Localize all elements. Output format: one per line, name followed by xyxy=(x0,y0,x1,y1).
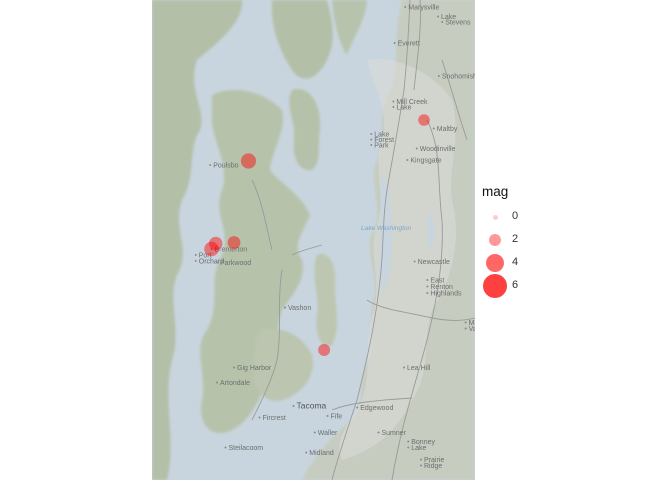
place-label: Artondale xyxy=(220,380,250,387)
place-dot xyxy=(415,147,418,150)
place-dot xyxy=(216,261,218,264)
place-dot xyxy=(233,366,235,369)
place-label: Marysville xyxy=(408,5,439,12)
legend-label: 6 xyxy=(512,279,519,291)
legend-title: mag xyxy=(482,184,509,199)
place-label: Newcastle xyxy=(418,259,450,266)
place-dot xyxy=(356,406,359,409)
place-dot xyxy=(407,440,410,443)
legend-label: 2 xyxy=(512,233,519,245)
legend-symbol xyxy=(492,214,498,220)
legend-key xyxy=(484,229,506,251)
place-dot xyxy=(258,416,261,419)
place-dot xyxy=(284,306,286,309)
place-dot xyxy=(216,381,218,384)
place-label: Lake xyxy=(411,445,426,452)
earthquake-point[interactable] xyxy=(204,241,219,257)
place-label: Maltby xyxy=(437,126,458,133)
place-dot xyxy=(432,127,435,130)
place-dot xyxy=(404,6,407,8)
place-dot xyxy=(224,446,227,449)
place-label: Snohomish xyxy=(442,74,475,81)
place-label: Woodinville xyxy=(420,146,456,153)
place-label: Waller xyxy=(318,430,338,437)
place-label: Tacoma xyxy=(297,401,327,411)
place-dot xyxy=(292,405,295,407)
place-dot xyxy=(370,138,373,141)
place-dot xyxy=(370,144,373,146)
place-label: Gig Harbor xyxy=(237,365,272,372)
place-label: Lake xyxy=(396,105,411,112)
place-label: Fife xyxy=(331,414,343,421)
legend-key xyxy=(484,206,506,228)
earthquake-point[interactable] xyxy=(318,344,331,356)
place-label: Fircrest xyxy=(263,415,286,422)
place-label: Poulsbo xyxy=(213,163,238,170)
place-label: Stevens xyxy=(445,20,471,27)
place-dot xyxy=(426,292,429,294)
place-label: Valley xyxy=(469,326,475,333)
place-dot xyxy=(437,15,439,18)
place-label: Park xyxy=(374,143,389,150)
earthquake-point[interactable] xyxy=(240,153,257,169)
place-label: Vashon xyxy=(288,305,311,312)
place-dot xyxy=(420,458,422,461)
legend-label: 0 xyxy=(512,210,519,222)
place-dot xyxy=(426,279,429,281)
legend-symbol xyxy=(486,254,504,272)
place-label: Steilacoom xyxy=(229,445,264,452)
place-dot xyxy=(194,260,197,262)
water-labels: Lake Washington xyxy=(361,225,411,232)
place-dot xyxy=(413,260,416,263)
legend-symbol xyxy=(489,234,501,246)
place-dot xyxy=(326,415,329,417)
place-dot xyxy=(420,464,422,467)
place-dot xyxy=(437,75,440,77)
water-label: Lake Washington xyxy=(361,225,411,232)
legend-label: 4 xyxy=(512,256,519,268)
place-dot xyxy=(441,21,444,23)
place-label: Everett xyxy=(398,41,420,48)
place-label: Highlands xyxy=(430,291,462,298)
place-dot xyxy=(464,321,467,324)
place-dot xyxy=(194,254,197,256)
place-dot xyxy=(370,133,373,135)
place-dot xyxy=(403,366,405,369)
place-dot xyxy=(392,100,395,103)
legend-symbol xyxy=(483,274,507,298)
place-label: Ridge xyxy=(424,463,442,470)
place-label: Parkwood xyxy=(220,260,251,267)
basemap: MarysvilleLakeStevensEverettSnohomishMil… xyxy=(152,0,475,480)
place-dot xyxy=(392,106,395,108)
place-dot xyxy=(464,327,467,330)
place-dot xyxy=(313,431,316,434)
map-panel[interactable]: Marysville Lake Stevens Everett Snohomish Mil… xyxy=(152,0,475,480)
place-label: Kingsgate xyxy=(410,158,441,165)
earthquake-point[interactable] xyxy=(227,236,241,249)
place-dot xyxy=(393,42,396,44)
place-dot xyxy=(406,159,409,161)
place-dot xyxy=(305,451,308,454)
legend-key xyxy=(483,274,507,298)
place-label: Sumner xyxy=(382,430,407,437)
place-label: Midland xyxy=(309,450,334,457)
earthquake-point[interactable] xyxy=(418,114,430,126)
legend-key xyxy=(484,252,506,274)
place-dot xyxy=(209,164,212,166)
place-label: Edgewood xyxy=(360,405,393,412)
place-dot xyxy=(377,431,380,434)
place-dot xyxy=(426,285,429,288)
place-label: Lea Hill xyxy=(407,365,431,372)
place-dot xyxy=(407,446,410,449)
